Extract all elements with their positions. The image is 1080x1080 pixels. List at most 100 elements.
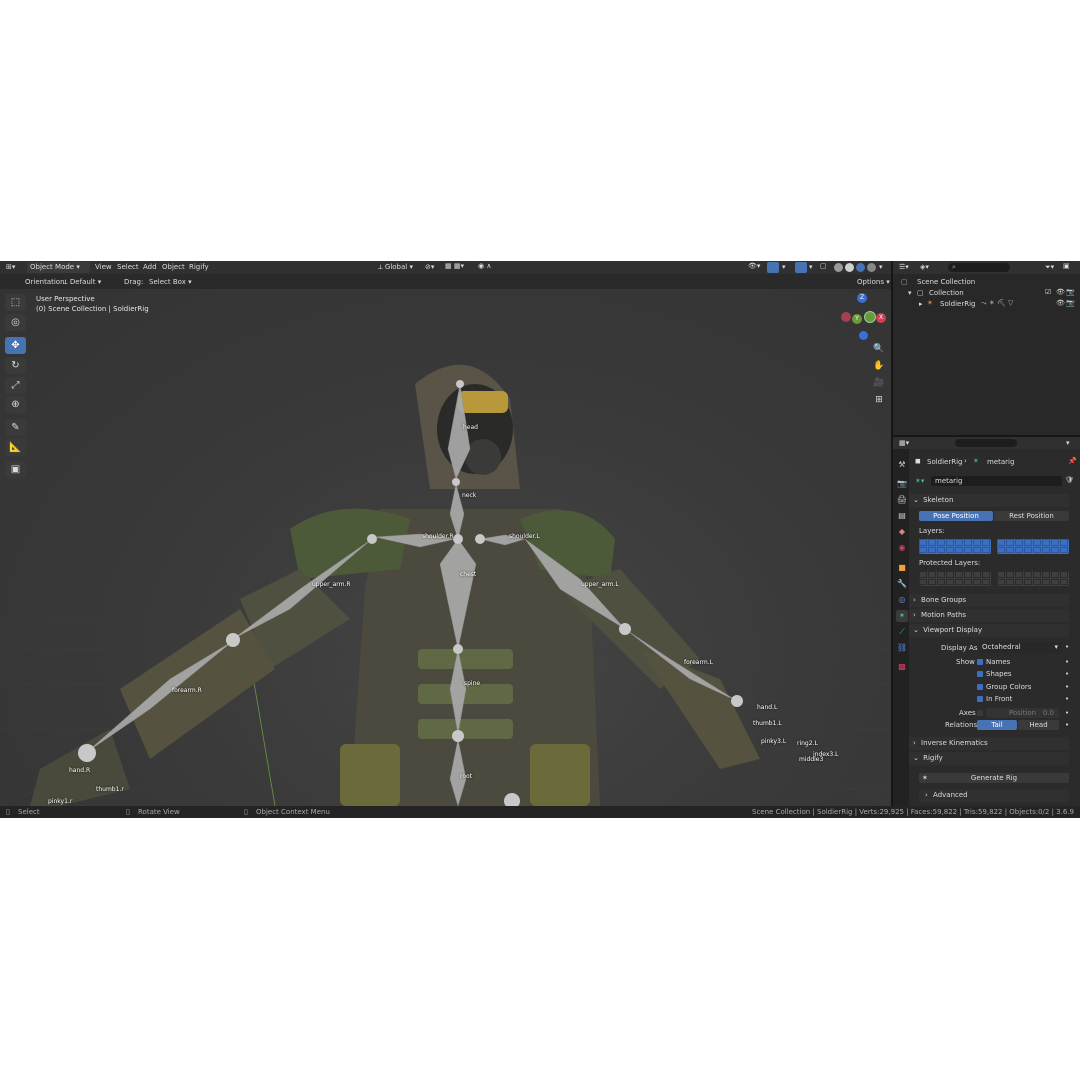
snap-icon[interactable]: ▦ ▦▾ xyxy=(445,262,464,270)
measure-tool-icon[interactable]: 📐 xyxy=(5,439,26,456)
gizmo-z-axis[interactable]: Z xyxy=(857,293,867,303)
move-tool-icon[interactable]: ✥ xyxy=(5,337,26,354)
protected-layers-group-2[interactable] xyxy=(997,571,1069,586)
outliner-scene-collection[interactable]: Scene Collection xyxy=(917,278,975,286)
inverse-kinematics-panel-header[interactable]: › Inverse Kinematics xyxy=(909,737,1069,750)
data-name-field[interactable]: metarig xyxy=(931,476,1062,486)
protected-layers-group-1[interactable] xyxy=(919,571,991,586)
axes-decorator-icon[interactable]: • xyxy=(1065,709,1069,717)
scene-tab-icon[interactable]: ◆ xyxy=(896,526,908,538)
collection-visibility-icon[interactable]: 👁 xyxy=(1056,288,1065,296)
collection-expand-icon[interactable]: ▾ xyxy=(908,289,912,297)
group-colors-decorator-icon[interactable]: • xyxy=(1065,683,1069,691)
display-mode-icon[interactable]: ◈▾ xyxy=(920,263,929,271)
mode-dropdown[interactable]: Object Mode ▾ xyxy=(27,262,90,273)
relations-decorator-icon[interactable]: • xyxy=(1065,721,1069,729)
menu-object[interactable]: Object xyxy=(162,263,185,271)
zoom-icon[interactable]: 🔍 xyxy=(872,342,886,356)
gizmo-dropdown-icon[interactable]: ▾ xyxy=(782,263,786,271)
modifier-tab-icon[interactable]: 🔧 xyxy=(896,578,908,590)
drag-dropdown[interactable]: Select Box ▾ xyxy=(149,278,192,286)
skeleton-panel-header[interactable]: ⌄ Skeleton xyxy=(909,494,1069,507)
properties-editor-icon[interactable]: ▦▾ xyxy=(899,439,909,447)
viewport-display-panel-header[interactable]: ⌄ Viewport Display xyxy=(909,624,1069,637)
outliner-collection[interactable]: Collection xyxy=(929,289,964,297)
xray-icon[interactable]: ▢ xyxy=(820,262,827,270)
layers-group-2[interactable] xyxy=(997,539,1069,554)
rest-position-button[interactable]: Rest Position xyxy=(994,511,1069,521)
gizmo-y-axis[interactable]: Y xyxy=(852,314,862,324)
constraint-tab-icon[interactable]: ⛓ xyxy=(896,642,908,654)
editor-type-icon[interactable]: ⊞▾ xyxy=(6,263,15,271)
collection-render-icon[interactable]: 📷 xyxy=(1066,288,1075,296)
properties-search-input[interactable] xyxy=(955,439,1017,447)
options-dropdown[interactable]: Options ▾ xyxy=(857,278,890,286)
names-decorator-icon[interactable]: • xyxy=(1065,658,1069,666)
object-visibility-icon[interactable]: 👁 xyxy=(1056,299,1065,307)
rendered-shading-icon[interactable] xyxy=(867,263,876,272)
shading-dropdown-icon[interactable]: ▾ xyxy=(879,263,883,271)
axes-checkbox[interactable] xyxy=(977,710,983,716)
outliner-object-soldierrig[interactable]: SoldierRig xyxy=(940,300,976,308)
new-collection-icon[interactable]: ▣ xyxy=(1063,262,1070,270)
gizmo-neg-x-axis[interactable] xyxy=(841,312,851,322)
gizmo-x-axis[interactable]: X xyxy=(876,313,886,323)
generate-rig-button[interactable]: ✶ Generate Rig xyxy=(919,773,1069,783)
solid-shading-icon[interactable] xyxy=(845,263,854,272)
view-layer-tab-icon[interactable]: ▤ xyxy=(896,510,908,522)
annotate-tool-icon[interactable]: ✎ xyxy=(5,419,26,436)
display-as-decorator-icon[interactable]: • xyxy=(1065,643,1069,651)
relations-head-button[interactable]: Head xyxy=(1018,720,1059,730)
visibility-icon[interactable]: 👁▾ xyxy=(748,262,760,270)
in-front-decorator-icon[interactable]: • xyxy=(1065,695,1069,703)
properties-options-icon[interactable]: ▾ xyxy=(1066,439,1070,447)
menu-select[interactable]: Select xyxy=(117,263,139,271)
rotate-tool-icon[interactable]: ↻ xyxy=(5,357,26,374)
motion-paths-panel-header[interactable]: › Motion Paths xyxy=(909,609,1069,622)
data-block-icon[interactable]: ✶▾ xyxy=(915,477,924,485)
pose-position-button[interactable]: Pose Position xyxy=(919,511,993,521)
object-expand-icon[interactable]: ▸ xyxy=(919,300,923,308)
world-tab-icon[interactable]: ◉ xyxy=(896,542,908,554)
cursor-tool-icon[interactable]: ◎ xyxy=(5,314,26,331)
axes-position-field[interactable]: Position 0.0 xyxy=(986,708,1059,718)
select-box-tool-icon[interactable]: ⬚ xyxy=(5,294,26,311)
gizmo-toggle-icon[interactable] xyxy=(767,262,779,273)
shapes-checkbox[interactable]: Shapes xyxy=(977,670,1012,678)
material-shading-icon[interactable] xyxy=(856,263,865,272)
orientation-dropdown[interactable]: ⟂ Default ▾ xyxy=(63,278,101,287)
menu-view[interactable]: View xyxy=(95,263,112,271)
add-cube-tool-icon[interactable]: ▣ xyxy=(5,461,26,478)
gizmo-neg-y-axis[interactable] xyxy=(864,311,876,323)
in-front-checkbox[interactable]: In Front xyxy=(977,695,1012,703)
render-tab-icon[interactable]: 📷 xyxy=(896,478,908,490)
3d-viewport[interactable]: head neck shoulder.R shoulder.L chest up… xyxy=(0,289,891,806)
menu-rigify[interactable]: Rigify xyxy=(189,263,209,271)
wireframe-shading-icon[interactable] xyxy=(834,263,843,272)
bone-tab-icon[interactable]: ⟋ xyxy=(896,626,908,638)
perspective-grid-icon[interactable]: ⊞ xyxy=(872,393,886,407)
physics-tab-icon[interactable]: ◎ xyxy=(896,594,908,606)
rigify-panel-header[interactable]: ⌄ Rigify xyxy=(909,752,1069,765)
transform-orientation-dropdown[interactable]: ⟂ Global ▾ xyxy=(378,263,413,272)
overlay-dropdown-icon[interactable]: ▾ xyxy=(809,263,813,271)
gizmo-neg-z-axis[interactable] xyxy=(859,331,868,340)
overlay-toggle-icon[interactable] xyxy=(795,262,807,273)
outliner-editor-icon[interactable]: ☰▾ xyxy=(899,263,909,271)
tool-tab-icon[interactable]: ⚒ xyxy=(896,459,908,471)
group-colors-checkbox[interactable]: Group Colors xyxy=(977,683,1031,691)
fake-user-icon[interactable]: 🛡 xyxy=(1065,476,1074,484)
transform-tool-icon[interactable]: ⊕ xyxy=(5,396,26,413)
armature-data-tab-icon[interactable]: ✶ xyxy=(896,610,908,622)
filter-icon[interactable]: ⏷▾ xyxy=(1045,263,1054,272)
names-checkbox[interactable]: Names xyxy=(977,658,1010,666)
collection-checkbox-icon[interactable]: ☑ xyxy=(1045,288,1051,296)
object-render-icon[interactable]: 📷 xyxy=(1066,299,1075,307)
pan-hand-icon[interactable]: ✋ xyxy=(872,359,886,373)
menu-add[interactable]: Add xyxy=(143,263,157,271)
outliner-search-input[interactable]: ⌕ xyxy=(948,263,1010,272)
display-as-dropdown[interactable]: Octahedral ▾ xyxy=(979,642,1062,653)
layers-group-1[interactable] xyxy=(919,539,991,554)
shapes-decorator-icon[interactable]: • xyxy=(1065,670,1069,678)
texture-tab-icon[interactable]: ▩ xyxy=(896,661,908,673)
